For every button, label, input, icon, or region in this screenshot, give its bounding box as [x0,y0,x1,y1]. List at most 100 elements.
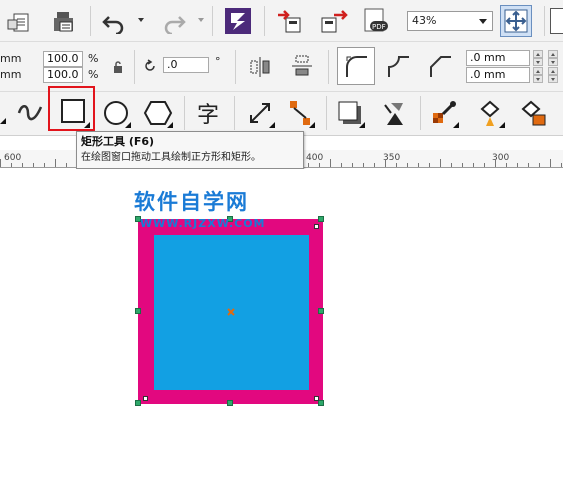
flyout-corner-icon [269,122,275,128]
full-screen-icon[interactable] [500,5,532,37]
import-file-icon[interactable] [274,5,306,37]
redo-dropdown-icon[interactable] [198,18,204,22]
lock-ratio-icon[interactable] [111,60,125,74]
tool-tooltip: 矩形工具 (F6) 在绘图窗口拖动工具绘制正方形和矩形。 [76,131,304,169]
freehand-tool-icon[interactable] [14,97,46,129]
selection-handle-bottom[interactable] [227,400,233,406]
flyout-corner-icon [359,122,365,128]
property-bar: mm mm 100.0 100.0 % % .0 ° .0 mm .0 mm [0,42,563,92]
flyout-corner-icon [309,122,315,128]
ruler-tick [11,163,12,167]
zoom-level-select[interactable]: 43% [407,11,493,31]
drop-shadow-tool-icon[interactable] [334,97,366,129]
flyout-corner-icon [0,118,6,124]
width-unit-label: mm [0,52,22,65]
selection-handle-top-right[interactable] [318,216,324,222]
smart-fill-tool-icon[interactable] [516,97,548,129]
ruler-tick [462,163,463,167]
ruler-tick [55,159,56,167]
ruler-tick [341,163,342,167]
ruler-tick [363,163,364,167]
corner-radius-bottom-field[interactable]: .0 mm [466,67,530,83]
flyout-corner-icon [125,122,131,128]
corner-radius-top-stepper[interactable] [533,50,543,66]
export-file-icon[interactable] [318,5,350,37]
node-handle-bottom-right[interactable] [314,396,319,401]
selection-handle-left[interactable] [135,308,141,314]
ruler-tick [385,159,386,167]
ruler-tick [22,163,23,167]
mirror-horizontal-icon[interactable] [244,50,276,82]
ruler-tick [561,163,562,167]
ruler-tick [33,163,34,167]
watermark: 软件自学网 WWW.RJZXW.COM [134,189,314,235]
ruler-tick [550,159,551,167]
standard-toolbar: PDF 43% [0,0,563,42]
ruler-label-400: 400 [306,153,324,163]
tooltip-title: 矩形工具 (F6) [81,135,155,148]
flyout-corner-icon [453,122,459,128]
connector-tool-icon[interactable] [284,97,316,129]
eyedropper-tool-icon[interactable] [428,97,460,129]
redo-icon[interactable] [158,5,190,37]
text-tool-icon[interactable]: 字 [192,97,224,129]
scale-x-field[interactable]: 100.0 [43,51,83,67]
ruler-tick [319,163,320,167]
scale-y-field[interactable]: 100.0 [43,67,83,83]
ruler-tick [539,163,540,167]
ruler-label-600: 600 [4,153,22,163]
rotation-angle-field[interactable]: .0 [163,57,209,73]
tooltip-description: 在绘图窗口拖动工具绘制正方形和矩形。 [81,152,261,163]
ruler-tick [473,163,474,167]
center-marker-icon[interactable] [226,307,236,317]
ruler-tick [396,163,397,167]
zoom-level-value: 43% [412,14,437,27]
undo-dropdown-icon[interactable] [138,18,144,22]
ruler-tick [0,159,1,167]
scalloped-corner-icon[interactable] [382,50,414,82]
ruler-tick [528,163,529,167]
ruler-tick [44,163,45,167]
corner-radius-top-stepper-2[interactable] [548,50,558,66]
chevron-down-icon [479,19,487,24]
ruler-tick [66,163,67,167]
ruler-tick [517,163,518,167]
transparency-tool-icon[interactable] [380,97,412,129]
scale-x-percent-label: % [88,52,99,65]
flyout-corner-icon [499,122,505,128]
watermark-url: WWW.RJZXW.COM [140,217,266,230]
publish-pdf-icon[interactable]: PDF [360,5,392,37]
ruler-tick [429,163,430,167]
selection-handle-bottom-left[interactable] [135,400,141,406]
corner-radius-top-field[interactable]: .0 mm [466,50,530,66]
ruler-tick [330,159,331,167]
ruler-tick [451,163,452,167]
rotate-icon [143,59,157,73]
ruler-tick [308,163,309,167]
ellipse-tool-icon[interactable] [100,97,132,129]
ruler-tick [374,163,375,167]
node-handle-bottom-left[interactable] [143,396,148,401]
round-corner-icon[interactable] [337,47,375,85]
mirror-vertical-icon[interactable] [286,50,318,82]
selection-handle-right[interactable] [318,308,324,314]
ruler-tick [440,159,441,167]
rectangle-tool-highlight [48,86,95,131]
options-icon[interactable] [550,8,563,34]
corner-radius-bottom-stepper-2[interactable] [548,67,558,83]
node-handle-top-right[interactable] [314,224,319,229]
corner-radius-bottom-stepper[interactable] [533,67,543,83]
polygon-tool-icon[interactable] [142,97,174,129]
application-launcher-icon[interactable] [222,5,254,37]
ruler-tick [352,163,353,167]
dimension-tool-icon[interactable] [244,97,276,129]
scale-y-percent-label: % [88,68,99,81]
flyout-corner-icon [167,122,173,128]
import-icon[interactable] [2,5,34,37]
ruler-tick [407,163,408,167]
interactive-fill-tool-icon[interactable] [474,97,506,129]
chamfered-corner-icon[interactable] [424,50,456,82]
undo-icon[interactable] [98,5,130,37]
svg-text:PDF: PDF [372,23,386,31]
export-icon[interactable] [48,5,80,37]
